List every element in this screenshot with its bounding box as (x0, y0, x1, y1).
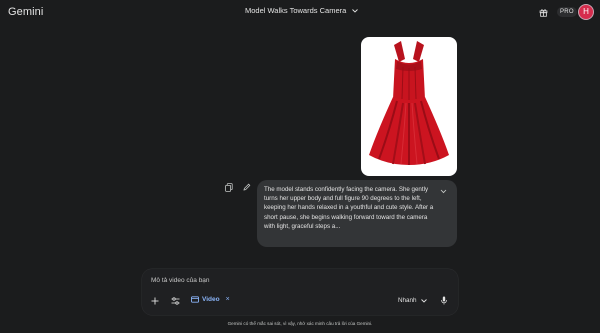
video-icon (191, 296, 199, 303)
expand-prompt-chevron-icon[interactable] (440, 189, 447, 194)
prompt-input[interactable]: Mô tả video của bạn (151, 277, 210, 284)
avatar[interactable]: H (578, 4, 594, 20)
video-tool-chip[interactable]: Video × (191, 296, 230, 303)
mic-icon[interactable] (441, 296, 447, 305)
plus-icon[interactable] (151, 297, 159, 305)
mode-label: Nhanh (398, 297, 417, 304)
close-icon[interactable]: × (226, 296, 230, 303)
copy-icon[interactable] (225, 183, 233, 192)
disclaimer-text: Gemini có thể mắc sai sót, vì vậy, nhớ x… (227, 321, 373, 326)
prompt-text: The model stands confidently facing the … (264, 186, 434, 230)
pro-badge[interactable]: PRO (557, 7, 577, 17)
gemini-chat-page: Gemini Model Walks Towards Camera PRO H (0, 0, 600, 333)
red-dress-image (369, 41, 449, 165)
video-chip-label: Video (202, 296, 220, 303)
tools-icon[interactable] (171, 297, 180, 305)
chevron-down-icon (420, 298, 427, 303)
gift-icon[interactable] (539, 8, 548, 17)
conversation-title: Model Walks Towards Camera (245, 6, 347, 15)
conversation-title-dropdown[interactable]: Model Walks Towards Camera (245, 6, 359, 15)
mode-selector[interactable]: Nhanh (398, 297, 427, 304)
uploaded-image[interactable] (361, 37, 457, 176)
brand-logo[interactable]: Gemini (8, 6, 43, 18)
chevron-down-icon (352, 8, 359, 13)
edit-icon[interactable] (243, 183, 251, 191)
prompt-composer[interactable]: Mô tả video của bạn Video × Nhanh (142, 269, 458, 315)
user-prompt-bubble: The model stands confidently facing the … (257, 180, 457, 247)
